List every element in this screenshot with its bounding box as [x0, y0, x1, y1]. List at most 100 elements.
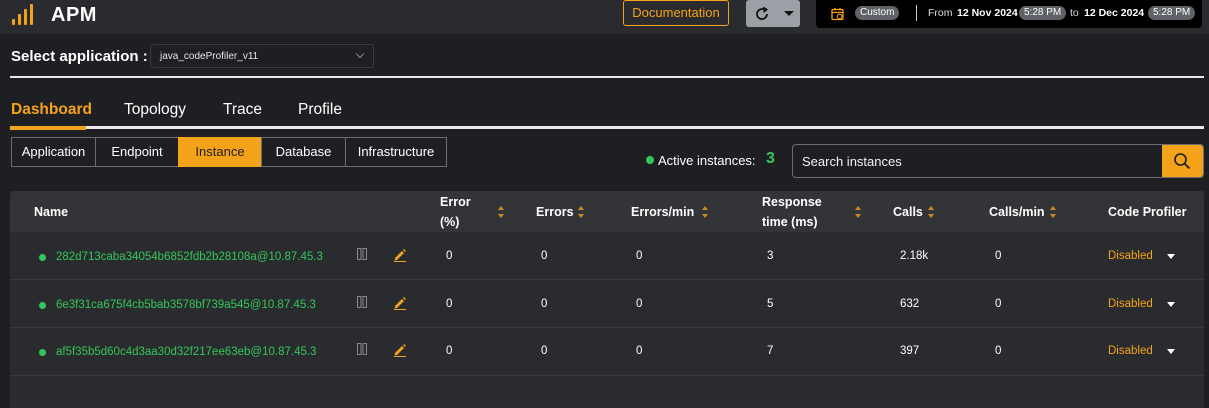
- calls-per-min-value: 0: [995, 298, 1002, 310]
- column-header-code-profiler: Code Profiler: [1108, 205, 1187, 219]
- column-header-calls-per-min[interactable]: Calls/min: [989, 202, 1045, 222]
- to-label: to: [1070, 7, 1079, 19]
- refresh-button[interactable]: [746, 0, 800, 27]
- column-header-calls[interactable]: Calls: [893, 202, 923, 222]
- errors-per-min-value: 0: [636, 298, 643, 310]
- top-bar: APM Documentation Custom From 12 Nov 202…: [0, 0, 1209, 34]
- time-mode-badge[interactable]: Custom: [855, 6, 900, 20]
- app-title: APM: [51, 4, 97, 26]
- sort-icon[interactable]: [577, 206, 585, 218]
- sort-icon[interactable]: [1049, 206, 1057, 218]
- column-header-error-pct-line2: (%): [440, 215, 460, 229]
- calls-value: 397: [900, 345, 920, 357]
- instances-table: Name Error (%) Errors Errors/min Respons…: [10, 191, 1204, 408]
- sort-icon[interactable]: [701, 206, 709, 218]
- subtab-infrastructure[interactable]: Infrastructure: [345, 137, 447, 167]
- active-instances-count: 3: [766, 150, 775, 167]
- calls-per-min-value: 0: [995, 345, 1002, 357]
- instance-name-text: af5f35b5d60c4d3aa30d32f217ee63eb@10.87.4…: [56, 346, 317, 358]
- from-date: 12 Nov 2024: [957, 7, 1018, 19]
- tab-profile[interactable]: Profile: [298, 101, 342, 119]
- edit-icon[interactable]: [393, 343, 407, 357]
- tab-trace[interactable]: Trace: [223, 101, 262, 119]
- divider: [10, 76, 1204, 78]
- response-time-value: 7: [767, 345, 774, 357]
- from-time-badge: 5:28 PM: [1019, 6, 1067, 20]
- table-row: 6e3f31ca675f4cb5bab3578bf739a545@10.87.4…: [10, 280, 1204, 328]
- table-header: Name Error (%) Errors Errors/min Respons…: [10, 191, 1204, 232]
- divider: [916, 5, 917, 21]
- chevron-down-icon: [355, 49, 365, 59]
- refresh-icon: [756, 6, 769, 20]
- application-select-value: java_codeProfiler_v11: [160, 51, 259, 62]
- columns-icon[interactable]: [357, 296, 367, 308]
- response-time-value: 5: [767, 298, 774, 310]
- table-row: 282d713caba34054b6852fdb2b28108a@10.87.4…: [10, 232, 1204, 280]
- errors-per-min-value: 0: [636, 345, 643, 357]
- status-dot-icon: [39, 254, 46, 261]
- column-header-response-line1: Response: [762, 195, 822, 209]
- calendar-clock-icon: [831, 8, 844, 21]
- time-range-picker[interactable]: Custom From 12 Nov 2024 5:28 PM to 12 De…: [816, 0, 1202, 28]
- table-row: af5f35b5d60c4d3aa30d32f217ee63eb@10.87.4…: [10, 328, 1204, 376]
- to-time-badge: 5:28 PM: [1148, 6, 1196, 20]
- sort-icon[interactable]: [854, 206, 862, 218]
- select-application-label: Select application :: [11, 48, 148, 65]
- status-dot-icon: [39, 349, 46, 356]
- edit-icon[interactable]: [393, 296, 407, 310]
- errors-value: 0: [541, 345, 548, 357]
- errors-per-min-value: 0: [636, 250, 643, 262]
- subtab-endpoint[interactable]: Endpoint: [95, 137, 179, 167]
- sort-icon[interactable]: [927, 206, 935, 218]
- error-pct-value: 0: [446, 250, 453, 262]
- errors-value: 0: [541, 298, 548, 310]
- instance-name-text: 282d713caba34054b6852fdb2b28108a@10.87.4…: [56, 251, 323, 263]
- column-header-error-pct[interactable]: Error (%): [440, 192, 471, 232]
- tab-dashboard[interactable]: Dashboard: [11, 101, 92, 119]
- subtab-instance[interactable]: Instance: [178, 137, 262, 167]
- refresh-dropdown-caret-icon[interactable]: [784, 11, 794, 16]
- tabs-underline: [10, 126, 1204, 129]
- sub-tabs: Application Endpoint Instance Database I…: [11, 137, 447, 167]
- active-tab-indicator: [10, 126, 86, 130]
- caret-down-icon[interactable]: [1167, 302, 1175, 307]
- tab-topology[interactable]: Topology: [124, 101, 186, 119]
- code-profiler-status[interactable]: Disabled: [1108, 345, 1153, 357]
- caret-down-icon[interactable]: [1167, 349, 1175, 354]
- code-profiler-status[interactable]: Disabled: [1108, 298, 1153, 310]
- columns-icon[interactable]: [357, 248, 367, 260]
- documentation-button[interactable]: Documentation: [623, 0, 729, 26]
- subtab-application[interactable]: Application: [11, 137, 96, 167]
- column-header-errors-per-min[interactable]: Errors/min: [631, 202, 694, 222]
- search-box: [792, 144, 1204, 178]
- caret-down-icon[interactable]: [1167, 254, 1175, 259]
- columns-icon[interactable]: [357, 343, 367, 355]
- column-header-response-line2: time (ms): [762, 215, 818, 229]
- status-dot-icon: [646, 156, 654, 164]
- from-label: From: [928, 7, 953, 19]
- column-header-error-pct-line1: Error: [440, 195, 471, 209]
- column-header-name: Name: [34, 205, 69, 219]
- search-input[interactable]: [793, 145, 1161, 177]
- code-profiler-status[interactable]: Disabled: [1108, 250, 1153, 262]
- calls-value: 2.18k: [900, 250, 929, 262]
- error-pct-value: 0: [446, 345, 453, 357]
- status-dot-icon: [39, 302, 46, 309]
- edit-icon[interactable]: [393, 248, 407, 262]
- error-pct-value: 0: [446, 298, 453, 310]
- errors-value: 0: [541, 250, 548, 262]
- subtab-database[interactable]: Database: [261, 137, 346, 167]
- apm-logo-icon: [12, 3, 36, 25]
- sort-icon[interactable]: [497, 206, 505, 218]
- column-header-response-time[interactable]: Response time (ms): [762, 192, 822, 232]
- calls-value: 632: [900, 298, 920, 310]
- search-icon: [1174, 153, 1191, 170]
- search-button[interactable]: [1162, 145, 1203, 177]
- column-header-errors[interactable]: Errors: [536, 202, 574, 222]
- response-time-value: 3: [767, 250, 774, 262]
- instance-name-text: 6e3f31ca675f4cb5bab3578bf739a545@10.87.4…: [56, 299, 316, 311]
- active-instances-label: Active instances:: [658, 153, 756, 168]
- calls-per-min-value: 0: [995, 250, 1002, 262]
- application-select[interactable]: java_codeProfiler_v11: [150, 44, 374, 68]
- to-date: 12 Dec 2024: [1084, 7, 1145, 19]
